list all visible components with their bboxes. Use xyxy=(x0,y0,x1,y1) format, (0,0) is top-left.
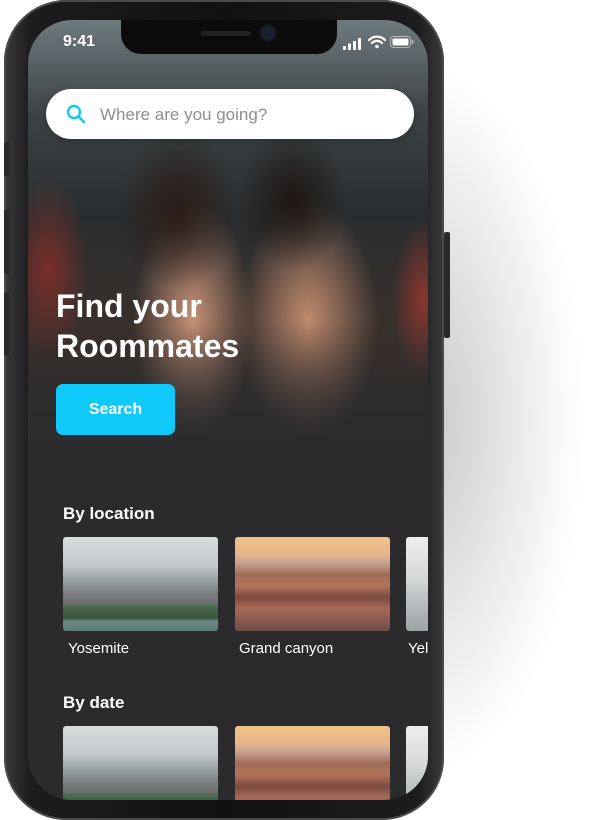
date-card[interactable] xyxy=(406,726,428,800)
section-title-by-location: By location xyxy=(63,504,155,523)
signal-icon xyxy=(343,38,361,50)
location-card-label: Yosemite xyxy=(68,640,130,657)
hero-title: Find your Roommates xyxy=(56,286,356,366)
search-input[interactable] xyxy=(98,89,402,141)
front-camera xyxy=(261,26,275,40)
speaker xyxy=(201,31,251,36)
phone-frame: 9:41 Where are you going? Find your Room… xyxy=(4,0,450,820)
search-icon xyxy=(66,104,86,124)
search-button[interactable]: Search xyxy=(56,384,175,435)
hero-title-line-2: Roommates xyxy=(56,328,240,364)
volume-down-button xyxy=(4,292,10,356)
location-card-label: Grand canyon xyxy=(239,640,334,657)
date-card[interactable] xyxy=(235,726,390,800)
search-bar[interactable] xyxy=(46,89,414,141)
status-time: 9:41 xyxy=(63,33,96,50)
volume-up-button xyxy=(4,210,10,274)
notch xyxy=(121,20,337,54)
location-card-yosemite[interactable] xyxy=(63,537,218,631)
location-card-yellowstone[interactable] xyxy=(406,537,428,631)
location-card-label: Yel xyxy=(408,640,428,657)
date-card[interactable] xyxy=(63,726,218,800)
mute-switch xyxy=(4,142,10,176)
hero-title-line-1: Find your xyxy=(56,288,202,324)
location-card-grand-canyon[interactable] xyxy=(235,537,390,631)
section-title-by-date: By date xyxy=(63,693,125,712)
app-screen: 9:41 Where are you going? Find your Room… xyxy=(28,20,428,800)
battery-icon xyxy=(390,36,414,48)
status-bar: 9:41 xyxy=(28,20,428,66)
wifi-icon xyxy=(368,35,386,49)
power-button xyxy=(444,232,450,338)
